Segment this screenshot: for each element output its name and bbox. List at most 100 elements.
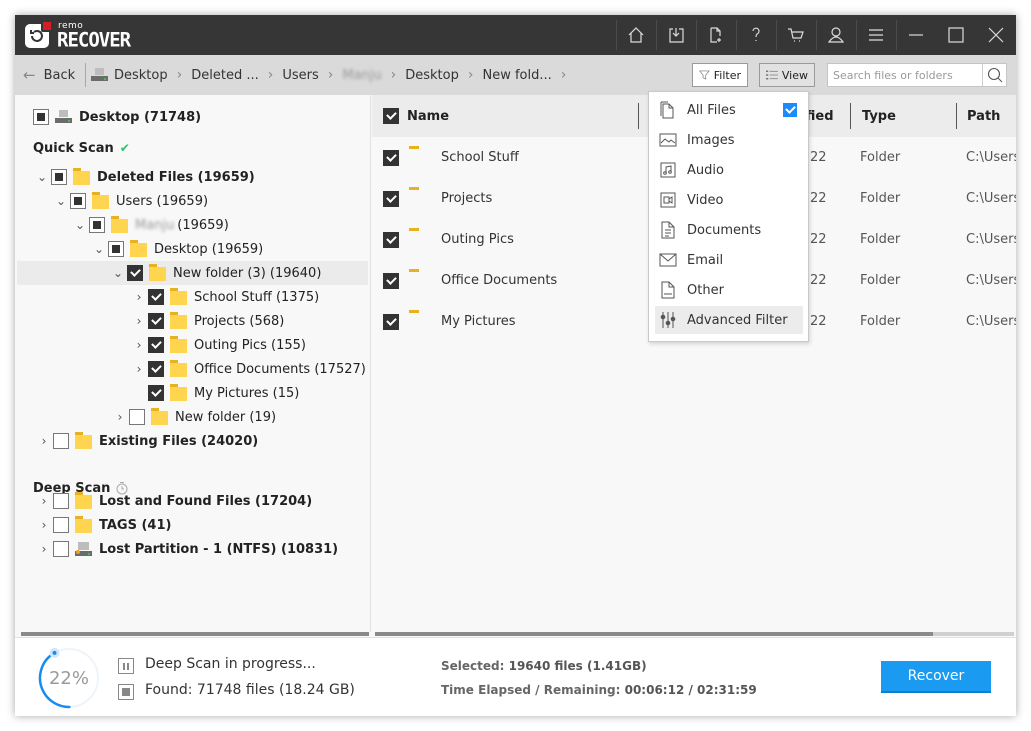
view-button[interactable]: View xyxy=(759,63,815,87)
chevron-right-icon[interactable]: › xyxy=(130,314,148,328)
tree-item[interactable]: › Existing Files (24020) xyxy=(35,429,258,453)
chevron-right-icon[interactable]: › xyxy=(130,290,148,304)
breadcrumb-item[interactable]: Desktop xyxy=(405,68,459,83)
column-resizer[interactable] xyxy=(850,103,851,129)
checkbox[interactable] xyxy=(53,433,69,449)
tree-item[interactable]: ⌄ Users (19659) xyxy=(52,189,208,213)
checkbox[interactable] xyxy=(53,517,69,533)
tree-item[interactable]: ⌄ Deleted Files (19659) xyxy=(33,165,255,189)
checkbox[interactable] xyxy=(148,385,164,401)
chevron-right-icon[interactable]: › xyxy=(35,542,53,556)
chevron-down-icon[interactable]: ⌄ xyxy=(71,218,89,232)
checkbox[interactable] xyxy=(51,169,67,185)
tree-item-label: Outing Pics (155) xyxy=(194,337,306,353)
help-button[interactable] xyxy=(736,15,776,55)
chevron-down-icon[interactable]: ⌄ xyxy=(52,194,70,208)
chevron-down-icon[interactable]: ⌄ xyxy=(109,266,127,280)
cart-button[interactable] xyxy=(776,15,816,55)
checkbox[interactable] xyxy=(148,313,164,329)
filter-option-audio[interactable]: Audio xyxy=(655,156,803,184)
row-checkbox[interactable] xyxy=(383,149,399,166)
column-path[interactable]: Path xyxy=(967,95,1000,137)
tree-horizontal-scrollbar[interactable] xyxy=(21,632,369,636)
tree-item[interactable]: › Lost Partition - 1 (NTFS) (10831) xyxy=(35,537,338,561)
checkbox[interactable] xyxy=(148,289,164,305)
chevron-right-icon[interactable]: › xyxy=(35,434,53,448)
filter-option-video[interactable]: Video xyxy=(655,186,803,214)
back-button[interactable]: ← Back xyxy=(23,65,75,85)
tree-item[interactable]: › New folder (19) xyxy=(111,405,276,429)
back-arrow-icon: ← xyxy=(23,66,36,84)
home-button[interactable] xyxy=(616,15,656,55)
filter-option-images[interactable]: Images xyxy=(655,126,803,154)
breadcrumb-item[interactable]: Users xyxy=(282,68,318,83)
tree-item[interactable]: › Lost and Found Files (17204) xyxy=(35,489,312,513)
breadcrumb: Desktop › Deleted ... › Users › Manju › … xyxy=(91,65,575,85)
filter-option-other[interactable]: Other xyxy=(655,276,803,304)
list-horizontal-scrollbar[interactable] xyxy=(375,632,933,636)
tree-root[interactable]: Desktop (71748) xyxy=(33,105,201,129)
column-resizer[interactable] xyxy=(956,103,957,129)
found-summary: Found: 71748 files (18.24 GB) xyxy=(145,682,355,698)
chevron-down-icon[interactable]: ⌄ xyxy=(33,170,51,184)
checkbox[interactable] xyxy=(53,493,69,509)
menu-button[interactable] xyxy=(856,15,896,55)
close-button[interactable] xyxy=(976,15,1016,55)
select-all-checkbox[interactable] xyxy=(383,108,399,124)
minimize-button[interactable] xyxy=(896,15,936,55)
column-name[interactable]: Name xyxy=(407,95,449,137)
filter-option-email[interactable]: Email xyxy=(655,246,803,274)
search-button[interactable] xyxy=(982,64,1006,86)
maximize-button[interactable] xyxy=(936,15,976,55)
chevron-right-icon[interactable]: › xyxy=(130,362,148,376)
row-checkbox[interactable] xyxy=(383,272,399,289)
breadcrumb-item[interactable]: Desktop xyxy=(114,68,168,83)
row-checkbox[interactable] xyxy=(383,231,399,248)
account-button[interactable] xyxy=(816,15,856,55)
pause-button[interactable] xyxy=(118,658,134,674)
tree-item-label: Deleted Files (19659) xyxy=(97,169,255,185)
tree-item[interactable]: › TAGS (41) xyxy=(35,513,171,537)
breadcrumb-item[interactable]: New fold... xyxy=(482,68,551,83)
checkbox[interactable] xyxy=(108,241,124,257)
search-box xyxy=(827,63,1007,87)
checkbox[interactable] xyxy=(148,361,164,377)
checkbox[interactable] xyxy=(127,265,143,281)
row-checkbox[interactable] xyxy=(383,313,399,330)
chevron-right-icon[interactable]: › xyxy=(130,338,148,352)
tree-item[interactable]: ⌄ Manju (19659) xyxy=(71,213,229,237)
checkbox[interactable] xyxy=(148,337,164,353)
filter-option-all-files[interactable]: All Files xyxy=(655,96,803,124)
stop-button[interactable] xyxy=(118,684,134,700)
column-resizer[interactable] xyxy=(638,103,639,129)
tree-item-selected[interactable]: ⌄ New folder (3) (19640) xyxy=(17,261,368,285)
tree-item[interactable]: › Projects (568) xyxy=(130,309,284,333)
filter-option-documents[interactable]: Documents xyxy=(655,216,803,244)
column-type[interactable]: Type xyxy=(862,95,896,137)
breadcrumb-item[interactable]: Deleted ... xyxy=(191,68,259,83)
row-checkbox[interactable] xyxy=(383,190,399,207)
search-icon xyxy=(987,67,1002,83)
tree-item[interactable]: › School Stuff (1375) xyxy=(130,285,319,309)
new-file-button[interactable] xyxy=(696,15,736,55)
folder-icon xyxy=(75,492,92,509)
chevron-right-icon[interactable]: › xyxy=(111,410,129,424)
filter-option-advanced[interactable]: Advanced Filter xyxy=(655,306,803,334)
breadcrumb-item[interactable]: Manju xyxy=(342,68,381,83)
checkbox[interactable] xyxy=(89,217,105,233)
chevron-right-icon[interactable]: › xyxy=(35,518,53,532)
chevron-right-icon[interactable]: › xyxy=(35,494,53,508)
chevron-down-icon[interactable]: ⌄ xyxy=(90,242,108,256)
import-button[interactable] xyxy=(656,15,696,55)
tree-item[interactable]: › Office Documents (17527) xyxy=(130,357,366,381)
filter-button[interactable]: Filter xyxy=(692,63,748,87)
tree-item[interactable]: My Pictures (15) xyxy=(130,381,299,405)
checkbox[interactable] xyxy=(70,193,86,209)
tree-item[interactable]: ⌄ Desktop (19659) xyxy=(90,237,263,261)
checkbox[interactable] xyxy=(129,409,145,425)
recover-button[interactable]: Recover xyxy=(881,661,991,693)
checkbox[interactable] xyxy=(33,109,49,125)
search-input[interactable] xyxy=(828,64,982,86)
checkbox[interactable] xyxy=(53,541,69,557)
tree-item[interactable]: › Outing Pics (155) xyxy=(130,333,306,357)
